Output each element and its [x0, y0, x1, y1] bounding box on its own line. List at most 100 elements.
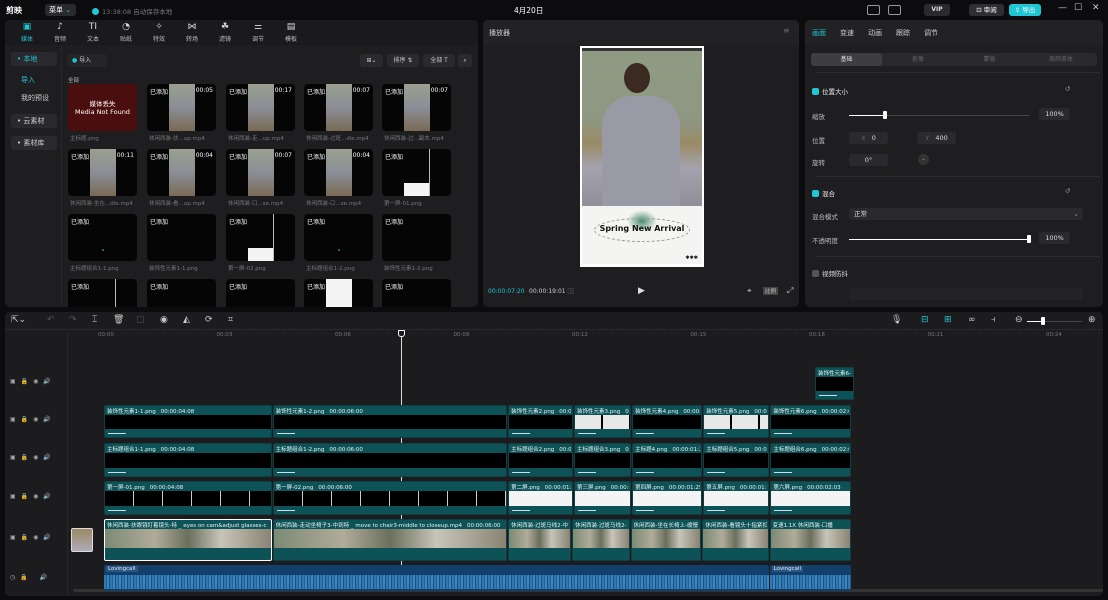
- fit-view-icon[interactable]: ⌖: [747, 286, 752, 296]
- media-item[interactable]: 已添加: [147, 214, 216, 261]
- segment-tab[interactable]: 美颜美体: [1026, 53, 1097, 66]
- lock-icon[interactable]: 🔒: [21, 534, 28, 541]
- reset-icon[interactable]: ↺: [1065, 187, 1070, 195]
- inspector-tab[interactable]: 动画: [868, 28, 882, 38]
- mute-icon[interactable]: 🔊: [43, 378, 50, 385]
- video-clip[interactable]: 休闲西装-走动坐椅子3-中到特 _ move to chair3-middle …: [272, 519, 508, 561]
- audio-clip[interactable]: Lovingcall: [769, 565, 851, 591]
- playhead-handle[interactable]: [397, 330, 405, 337]
- view-mode-button[interactable]: ⊞⌄: [360, 54, 383, 67]
- inspector-tab[interactable]: 跟踪: [896, 28, 910, 38]
- cover-thumbnail[interactable]: [71, 528, 93, 552]
- preview-canvas[interactable]: Spring New Arrival ✱✱✱: [580, 46, 704, 267]
- scale-input[interactable]: 100%: [1039, 108, 1070, 120]
- fullscreen-icon[interactable]: ⤢: [787, 286, 793, 296]
- media-item[interactable]: 已添加: [304, 279, 373, 307]
- image-clip[interactable]: 装饰性元素3.png00:00: [574, 405, 632, 438]
- select-tool-icon[interactable]: ⇱⌄: [11, 315, 26, 325]
- mute-icon[interactable]: 🔊: [43, 454, 50, 461]
- close-icon[interactable]: ✕: [1092, 3, 1100, 13]
- search-button[interactable]: ⌕: [458, 54, 472, 67]
- media-item[interactable]: 媒体丢失 Media Not Found: [68, 84, 137, 131]
- media-item[interactable]: 已添加: [382, 149, 451, 196]
- reset-icon[interactable]: ↺: [1065, 85, 1070, 93]
- image-clip[interactable]: 第四屏.png 00:00:01:25: [632, 481, 703, 515]
- media-item[interactable]: 已添加 00:17: [226, 84, 295, 131]
- delete-icon[interactable]: 🗑: [113, 315, 124, 325]
- mirror-icon[interactable]: ◭: [183, 315, 190, 325]
- main-track-magnet-icon[interactable]: ⊟: [921, 315, 929, 325]
- position-y-input[interactable]: Y 400: [917, 132, 956, 144]
- tab-transition[interactable]: ⋈ 转场: [178, 22, 206, 43]
- mute-icon[interactable]: 🔊: [43, 534, 50, 541]
- shortcut-icon[interactable]: [867, 5, 880, 15]
- export-button[interactable]: ⇪ 导出: [1009, 4, 1041, 16]
- redo-icon[interactable]: ↷: [69, 315, 77, 325]
- sidebar-item[interactable]: 导入: [11, 73, 57, 87]
- image-clip[interactable]: 第三屏.png00:00:0: [574, 481, 632, 515]
- lock-icon[interactable]: 🔒: [21, 454, 28, 461]
- image-clip[interactable]: 主标题组合6.png00:00:02:03: [770, 443, 851, 477]
- lock-icon[interactable]: 🔒: [21, 378, 28, 385]
- image-clip[interactable]: 装饰性元素1-1.png 00:00:04:08: [104, 405, 272, 438]
- blend-toggle[interactable]: 混合: [812, 188, 835, 198]
- cover-toggle-icon[interactable]: ▣: [10, 493, 16, 500]
- split-icon[interactable]: ⌶: [92, 315, 97, 325]
- cover-toggle-icon[interactable]: ▣: [10, 454, 16, 461]
- segment-tab[interactable]: 抠像: [883, 53, 954, 66]
- sort-button[interactable]: 排序 ⇅: [387, 54, 419, 67]
- image-clip[interactable]: 主标题组合3.png00: [574, 443, 632, 477]
- media-item[interactable]: 已添加: [226, 214, 295, 261]
- image-clip[interactable]: 第一屏-02.png 00:00:06:00: [272, 481, 508, 515]
- media-item[interactable]: 已添加: [382, 279, 451, 307]
- image-clip[interactable]: 第二屏.png00:00:01:2: [508, 481, 574, 515]
- maximize-icon[interactable]: ☐: [1074, 3, 1082, 13]
- image-clip[interactable]: 装饰性元素5.png00:00: [703, 405, 770, 438]
- waveform-icon[interactable]: ▥: [567, 286, 575, 295]
- image-clip[interactable]: 主标题组合2.png00:00: [508, 443, 574, 477]
- preview-axis-icon[interactable]: ⫞: [991, 315, 996, 325]
- opacity-slider[interactable]: [849, 239, 1029, 240]
- media-item[interactable]: 已添加 00:04: [147, 149, 216, 196]
- image-clip[interactable]: 装饰性元素2.png00:00:01: [508, 405, 574, 438]
- rotate-icon[interactable]: ⟳: [205, 315, 213, 325]
- cover-toggle-icon[interactable]: ▣: [10, 416, 16, 423]
- auto-snap-icon[interactable]: ⊞: [944, 315, 952, 325]
- media-item[interactable]: 已添加: [68, 279, 137, 307]
- inspector-tab[interactable]: 调节: [924, 28, 938, 38]
- cover-toggle-icon[interactable]: ▣: [10, 534, 16, 541]
- image-clip[interactable]: 主标题组合1-1.png 00:00:04:08: [104, 443, 272, 477]
- segment-tab[interactable]: 蒙版: [954, 53, 1025, 66]
- image-clip[interactable]: 装饰性元素4.png00:00:0: [632, 405, 703, 438]
- video-clip[interactable]: 休闲西装-坐在长椅上-缓慢: [630, 519, 702, 561]
- stabilize-toggle[interactable]: 视频防抖: [812, 268, 848, 278]
- opacity-input[interactable]: 100%: [1039, 232, 1070, 244]
- inspector-tab[interactable]: 变速: [840, 28, 854, 38]
- cover-toggle-icon[interactable]: ▣: [10, 378, 16, 385]
- image-clip[interactable]: 装饰性元素6.png00:00:02:03: [770, 405, 851, 438]
- visibility-icon[interactable]: ◉: [33, 416, 38, 423]
- image-clip[interactable]: 装饰性元素1-2.png 00:00:06:00: [272, 405, 508, 438]
- image-clip[interactable]: 主标题组合1-2.png 00:00:06:00: [272, 443, 508, 477]
- sidebar-item[interactable]: • 云素材: [11, 114, 57, 128]
- media-item[interactable]: 已添加: [304, 214, 373, 261]
- visibility-icon[interactable]: ◉: [33, 454, 38, 461]
- scale-slider[interactable]: [849, 115, 1029, 116]
- tab-adjust[interactable]: ⚌ 调节: [244, 22, 272, 43]
- undo-icon[interactable]: ↶: [47, 315, 55, 325]
- media-item[interactable]: 已添加 00:07: [304, 84, 373, 131]
- position-size-toggle[interactable]: 位置大小: [812, 86, 848, 96]
- hamburger-menu-icon[interactable]: ≡: [783, 26, 790, 35]
- tab-filter[interactable]: ☘ 滤镜: [211, 22, 239, 43]
- audio-clip[interactable]: Lovingcall: [104, 565, 769, 591]
- filter-button[interactable]: 全部 T: [423, 54, 455, 67]
- linkage-icon[interactable]: ∞: [968, 315, 976, 325]
- media-item[interactable]: 已添加: [226, 279, 295, 307]
- inspector-tab[interactable]: 画面: [812, 28, 826, 38]
- microphone-icon[interactable]: 🎙: [891, 315, 902, 325]
- reverse-icon[interactable]: ◉: [160, 315, 168, 325]
- video-clip[interactable]: 休闲西装-扶眼镜盯着镜头-特 _ eyes on cam&adjust glas…: [104, 519, 272, 561]
- media-item[interactable]: 已添加 00:04: [304, 149, 373, 196]
- video-clip[interactable]: 休闲西装-过斑马线2-中: [508, 519, 572, 561]
- zoom-in-icon[interactable]: ⊕: [1088, 315, 1096, 325]
